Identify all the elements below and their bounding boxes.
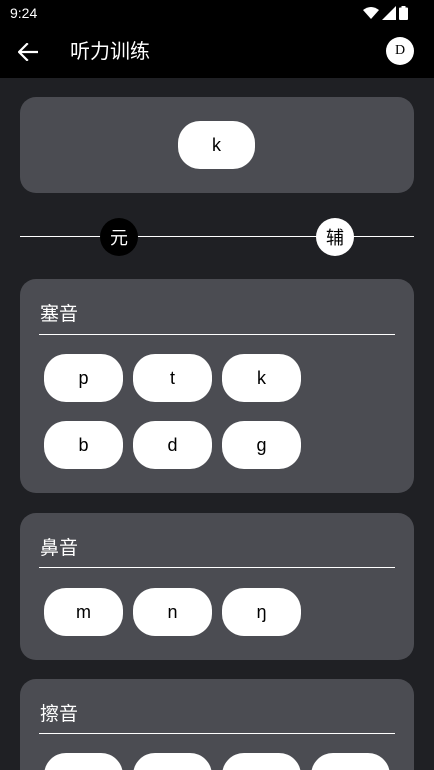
section-card-fricative: 擦音: [20, 679, 414, 770]
section-title: 塞音: [40, 303, 79, 325]
sound-chip[interactable]: [44, 753, 123, 770]
app-bar: 听力训练 D: [0, 26, 434, 78]
vowel-toggle[interactable]: 元: [100, 218, 138, 256]
sound-chip[interactable]: d: [133, 421, 212, 469]
status-bar: 9:24: [0, 0, 434, 26]
wifi-icon: [363, 7, 379, 19]
arrow-left-icon: [18, 43, 38, 61]
sound-chip[interactable]: [222, 753, 301, 770]
sound-chip[interactable]: [311, 753, 390, 770]
section-divider: [39, 733, 395, 734]
current-sound-card: k: [20, 97, 414, 193]
sound-chip[interactable]: [133, 753, 212, 770]
current-sound-chip[interactable]: k: [178, 121, 255, 169]
sound-chip[interactable]: g: [222, 421, 301, 469]
section-divider: [39, 567, 395, 568]
consonant-toggle[interactable]: 辅: [316, 218, 354, 256]
signal-icon: [382, 6, 396, 20]
section-divider: [39, 334, 395, 335]
sound-chip[interactable]: p: [44, 354, 123, 402]
sound-chip[interactable]: k: [222, 354, 301, 402]
section-title: 擦音: [40, 703, 79, 725]
sound-chip[interactable]: b: [44, 421, 123, 469]
sound-chip[interactable]: m: [44, 588, 123, 636]
avatar[interactable]: D: [386, 37, 414, 65]
page-title: 听力训练: [70, 39, 150, 63]
section-card-nasal: 鼻音 m n ŋ: [20, 513, 414, 660]
status-time: 9:24: [10, 5, 38, 21]
sound-chip[interactable]: n: [133, 588, 212, 636]
section-card-plosive: 塞音 p t k b d g: [20, 279, 414, 493]
toggle-track: [20, 236, 414, 237]
sound-chip[interactable]: t: [133, 354, 212, 402]
back-button[interactable]: [14, 38, 42, 66]
battery-icon: [399, 6, 408, 20]
section-title: 鼻音: [40, 537, 79, 559]
sound-chip[interactable]: ŋ: [222, 588, 301, 636]
status-icons: [363, 6, 408, 20]
